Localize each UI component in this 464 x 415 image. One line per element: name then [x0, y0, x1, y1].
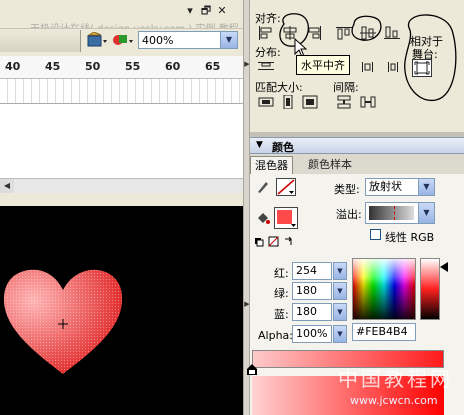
overflow-marker: [394, 206, 396, 220]
minimize-icon[interactable]: ▾: [183, 4, 197, 17]
alpha-stepper[interactable]: ▼: [333, 325, 347, 343]
scroll-left-icon[interactable]: ◀: [0, 179, 14, 193]
expand-arrow-icon[interactable]: ▼: [256, 140, 263, 150]
panel-divider[interactable]: ▶ ▶: [243, 0, 250, 415]
tab-swatches[interactable]: 颜色样本: [304, 156, 356, 174]
overflow-label: 溢出:: [336, 208, 362, 221]
color-panel-header[interactable]: ▼ 颜色: [250, 137, 464, 154]
blue-label: 蓝:: [274, 308, 289, 321]
green-stepper[interactable]: ▼: [333, 282, 347, 300]
edit-scene-icon[interactable]: [86, 32, 108, 48]
fill-color-swatch[interactable]: [274, 207, 298, 229]
blue-stepper[interactable]: ▼: [333, 303, 347, 321]
heart-graphic[interactable]: [0, 206, 243, 415]
ruler-number: 65: [205, 60, 221, 73]
gradient-stop-icon[interactable]: [246, 364, 258, 376]
chevron-down-icon[interactable]: ▼: [418, 203, 434, 223]
hex-input[interactable]: #FEB4B4: [352, 323, 416, 341]
paint-bucket-icon: [258, 213, 270, 224]
type-label: 类型:: [334, 183, 360, 196]
timeline-scrollbar[interactable]: ◀: [0, 178, 243, 193]
tab-mixer[interactable]: 混色器: [250, 156, 293, 175]
zoom-select[interactable]: 400% ▼: [138, 31, 238, 49]
ruler-number: 45: [45, 60, 61, 73]
stage-edit-bar: [0, 193, 243, 206]
stage-canvas[interactable]: [0, 206, 243, 415]
document-area: 天极设计在线( design.yesky.com ) 实例 教程 ▾🗗✕ 400…: [0, 0, 243, 415]
blue-input[interactable]: 180: [292, 303, 332, 321]
stroke-color-swatch[interactable]: [276, 178, 296, 196]
chevron-down-icon[interactable]: ▼: [418, 179, 434, 195]
timeline-frames[interactable]: [0, 79, 243, 104]
scene-tab[interactable]: [0, 30, 81, 52]
green-input[interactable]: 180: [292, 282, 332, 300]
ruler-number: 60: [165, 60, 181, 73]
timeline-empty-area: [0, 104, 243, 178]
fill-type-select[interactable]: 放射状 ▼: [365, 178, 435, 196]
fill-type-value: 放射状: [369, 180, 402, 193]
alpha-input[interactable]: 100%: [292, 325, 332, 343]
red-label: 红:: [274, 267, 289, 280]
ruler-number: 50: [85, 60, 101, 73]
close-icon[interactable]: ✕: [215, 4, 229, 17]
alpha-label: Alpha:: [258, 329, 293, 342]
watermark-logo-text: 中国教程网: [338, 367, 453, 391]
brightness-bar[interactable]: [420, 258, 440, 320]
zoom-value: 400%: [142, 34, 174, 47]
green-label: 绿:: [274, 287, 289, 300]
window-controls: ▾ 🗗 ✕: [183, 4, 231, 17]
overflow-select[interactable]: ▼: [365, 202, 435, 224]
relative-to-stage-button[interactable]: [412, 59, 432, 77]
edit-symbol-icon[interactable]: [112, 32, 134, 48]
color-panel-tabs: 混色器 颜色样本: [250, 154, 464, 175]
watermark-url: www.jcwcn.com: [350, 394, 438, 407]
ruler-number: 55: [125, 60, 141, 73]
tooltip: 水平中齐: [296, 55, 350, 75]
linear-rgb-checkbox[interactable]: [370, 229, 381, 240]
color-spectrum[interactable]: [352, 258, 416, 320]
chevron-down-icon[interactable]: ▼: [220, 32, 237, 48]
restore-icon[interactable]: 🗗: [199, 4, 213, 17]
color-panel-title: 颜色: [272, 141, 294, 154]
linear-rgb-label: 线性 RGB: [385, 231, 435, 244]
brightness-slider-icon[interactable]: [440, 262, 448, 272]
timeline-ruler: 40 45 50 55 60 65: [0, 56, 243, 79]
swap-colors-icons[interactable]: [254, 236, 298, 248]
red-stepper[interactable]: ▼: [333, 262, 347, 280]
overflow-preview: [369, 206, 414, 220]
ruler-number: 40: [5, 60, 21, 73]
pencil-icon: [258, 182, 268, 193]
document-title-bar: 天极设计在线( design.yesky.com ) 实例 教程 ▾🗗✕: [0, 0, 243, 35]
red-input[interactable]: 254: [292, 262, 332, 280]
